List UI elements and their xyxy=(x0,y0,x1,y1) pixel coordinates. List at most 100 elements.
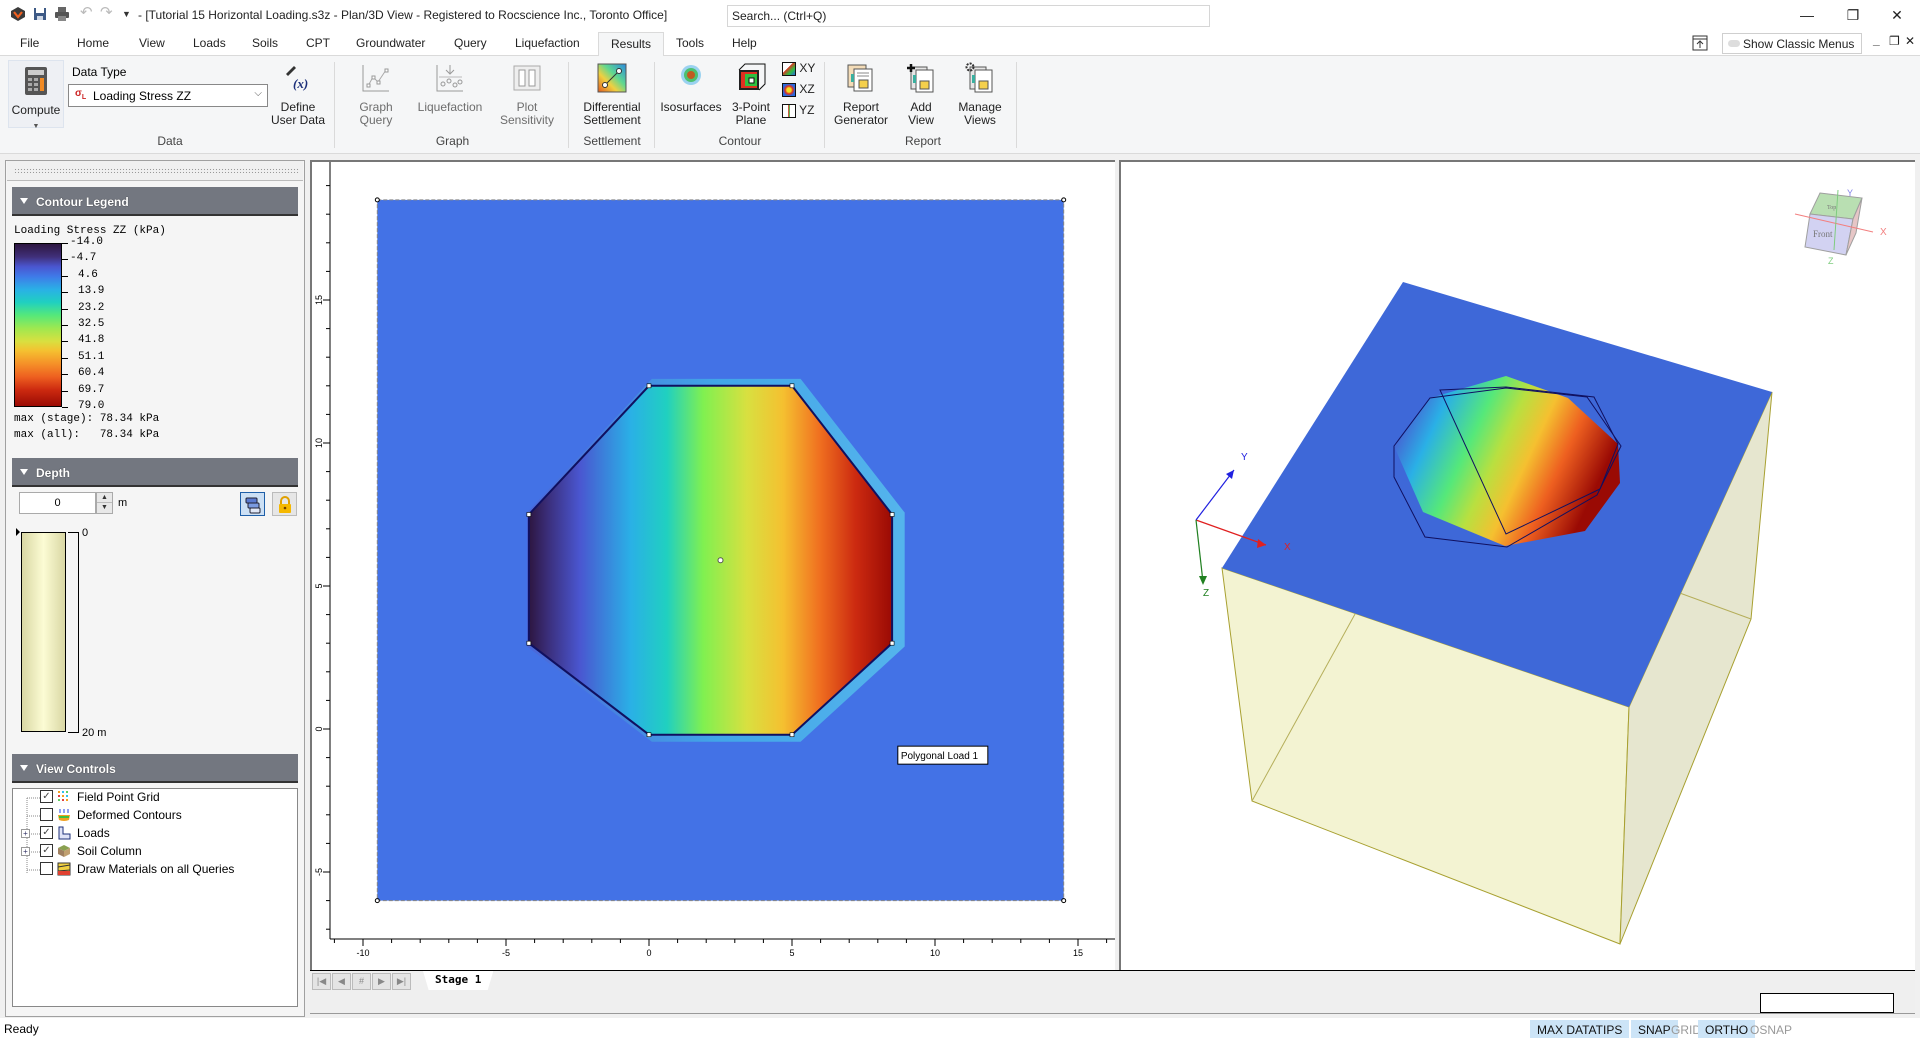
grid-corner-handle[interactable] xyxy=(1061,898,1067,904)
tab-file[interactable]: File xyxy=(20,36,39,50)
view-cube[interactable]: X Y Z Top Front xyxy=(1794,188,1887,266)
show-classic-menus-toggle[interactable]: Show Classic Menus xyxy=(1722,33,1862,54)
checkbox[interactable]: ✓ xyxy=(40,790,53,803)
spin-down-icon[interactable]: ▼ xyxy=(97,503,112,513)
max-datatips-toggle[interactable]: MAX DATATIPS xyxy=(1530,1020,1630,1038)
collapse-triangle-icon xyxy=(20,765,28,771)
load-vertex-handle[interactable] xyxy=(889,640,895,646)
expand-icon[interactable]: + xyxy=(21,829,30,838)
undo-icon[interactable]: ↶ xyxy=(80,3,96,21)
three-point-plane-button[interactable]: 3-Point Plane xyxy=(726,62,776,127)
view-control-item[interactable]: + ✓ Soil Column xyxy=(12,843,292,861)
tab-cpt[interactable]: CPT xyxy=(306,36,330,50)
define-user-data-button[interactable]: (x) Define User Data xyxy=(268,62,328,127)
redo-icon[interactable]: ↷ xyxy=(100,3,116,21)
grid-corner-handle[interactable] xyxy=(1061,197,1067,203)
plan-view[interactable]: Polygonal Load 1 15 10 5 0 -5 -10 -5 0 5 10 15 xyxy=(310,160,1115,970)
isosurfaces-button[interactable]: Isosurfaces xyxy=(660,62,722,114)
last-stage-button[interactable]: ▶| xyxy=(392,973,411,990)
minimize-button[interactable]: — xyxy=(1784,0,1830,30)
depth-header[interactable]: Depth xyxy=(12,458,298,487)
view-control-item[interactable]: + ✓ Loads xyxy=(12,825,292,843)
view-control-item[interactable]: Deformed Contours xyxy=(12,807,292,825)
osnap-toggle[interactable]: OSNAP xyxy=(1743,1020,1799,1038)
checkbox[interactable] xyxy=(40,808,53,821)
app-logo-icon[interactable] xyxy=(10,6,26,22)
search-input[interactable]: Search... (Ctrl+Q) xyxy=(727,5,1210,27)
3d-view[interactable]: X Y Z X Y Z Top Front xyxy=(1119,160,1915,970)
view-control-item[interactable]: Draw Materials on all Queries xyxy=(12,861,292,879)
view-controls-title: View Controls xyxy=(36,762,116,776)
contour-legend-header[interactable]: Contour Legend xyxy=(12,187,298,216)
load-center-handle[interactable] xyxy=(717,557,724,564)
next-stage-button[interactable]: ▶ xyxy=(372,973,391,990)
tab-groundwater[interactable]: Groundwater xyxy=(356,36,425,50)
plot-sensitivity-button[interactable]: Plot Sensitivity xyxy=(494,62,560,127)
print-icon[interactable] xyxy=(54,6,70,22)
plane-xz-button[interactable]: XZ xyxy=(782,83,822,97)
depth-marker-icon[interactable] xyxy=(16,528,20,536)
report-generator-icon xyxy=(847,64,873,92)
tab-stage-1[interactable]: Stage 1 xyxy=(423,971,494,990)
report-generator-button[interactable]: Report Generator xyxy=(830,62,892,127)
depth-input[interactable]: 0 xyxy=(19,492,96,514)
layers-toggle-button[interactable] xyxy=(240,492,265,516)
plan-view-canvas[interactable]: Polygonal Load 1 15 10 5 0 -5 -10 -5 0 5 10 15 xyxy=(312,162,1115,970)
load-vertex-handle[interactable] xyxy=(526,640,532,646)
load-vertex-handle[interactable] xyxy=(789,383,795,389)
save-icon[interactable] xyxy=(32,6,48,22)
3d-view-canvas[interactable]: X Y Z X Y Z Top Front xyxy=(1121,162,1915,970)
view-control-item[interactable]: ✓ Field Point Grid xyxy=(12,789,292,807)
checkbox[interactable]: ✓ xyxy=(40,844,53,857)
load-vertex-handle[interactable] xyxy=(526,512,532,517)
legend-tick xyxy=(62,357,68,359)
lock-depth-button[interactable] xyxy=(272,492,297,516)
tab-loads[interactable]: Loads xyxy=(193,36,226,50)
differential-settlement-button[interactable]: Differential Settlement xyxy=(576,62,648,127)
tab-liquefaction[interactable]: Liquefaction xyxy=(515,36,580,50)
load-vertex-handle[interactable] xyxy=(889,512,895,517)
tab-help[interactable]: Help xyxy=(732,36,757,50)
plane-xy-button[interactable]: XY xyxy=(782,62,822,76)
plane-yz-button[interactable]: YZ xyxy=(782,104,822,118)
load-vertex-handle[interactable] xyxy=(789,732,795,738)
spin-up-icon[interactable]: ▲ xyxy=(97,493,112,503)
data-type-dropdown[interactable]: σL Loading Stress ZZ ⌵ xyxy=(68,84,268,107)
tab-tools[interactable]: Tools xyxy=(676,36,704,50)
panel-drag-handle[interactable] xyxy=(7,161,303,181)
customize-dropdown-icon[interactable]: ▼ xyxy=(122,9,138,25)
compute-dropdown-icon[interactable]: ▼ xyxy=(9,120,63,133)
doc-close-button[interactable]: ✕ xyxy=(1905,34,1915,48)
view-controls-header[interactable]: View Controls xyxy=(12,754,298,783)
tab-soils[interactable]: Soils xyxy=(252,36,278,50)
tab-home[interactable]: Home xyxy=(77,36,109,50)
y-tick-label: 5 xyxy=(314,583,324,588)
goto-stage-button[interactable]: # xyxy=(352,973,371,990)
liquefaction-button[interactable]: Liquefaction xyxy=(414,62,486,114)
load-vertex-handle[interactable] xyxy=(646,383,652,389)
load-vertex-handle[interactable] xyxy=(646,732,652,738)
tab-results[interactable]: Results xyxy=(598,32,665,57)
prev-stage-button[interactable]: ◀ xyxy=(332,973,351,990)
first-stage-button[interactable]: |◀ xyxy=(312,973,331,990)
grid-corner-handle[interactable] xyxy=(374,898,380,904)
add-view-button[interactable]: Add View xyxy=(896,62,946,127)
checkbox[interactable]: ✓ xyxy=(40,826,53,839)
graph-query-button[interactable]: Graph Query xyxy=(346,62,406,127)
checkbox[interactable] xyxy=(40,862,53,875)
soil-column[interactable] xyxy=(21,532,66,732)
doc-restore-button[interactable]: ❐ xyxy=(1889,34,1900,48)
max-all-value: max (all): 78.34 kPa xyxy=(14,429,160,441)
depth-spinner[interactable]: ▲ ▼ xyxy=(96,492,113,514)
compute-button[interactable]: Compute ▼ xyxy=(8,60,64,130)
tab-query[interactable]: Query xyxy=(454,36,487,50)
expand-icon[interactable]: + xyxy=(21,847,30,856)
manage-views-button[interactable]: Manage Views xyxy=(952,62,1008,127)
collapse-ribbon-icon[interactable] xyxy=(1692,35,1708,51)
grid-corner-handle[interactable] xyxy=(374,197,380,203)
close-button[interactable]: ✕ xyxy=(1874,0,1920,30)
tab-view[interactable]: View xyxy=(139,36,165,50)
add-view-label-2: View xyxy=(908,113,934,127)
doc-minimize-button[interactable]: _ xyxy=(1873,33,1880,47)
maximize-button[interactable]: ❐ xyxy=(1830,0,1876,30)
